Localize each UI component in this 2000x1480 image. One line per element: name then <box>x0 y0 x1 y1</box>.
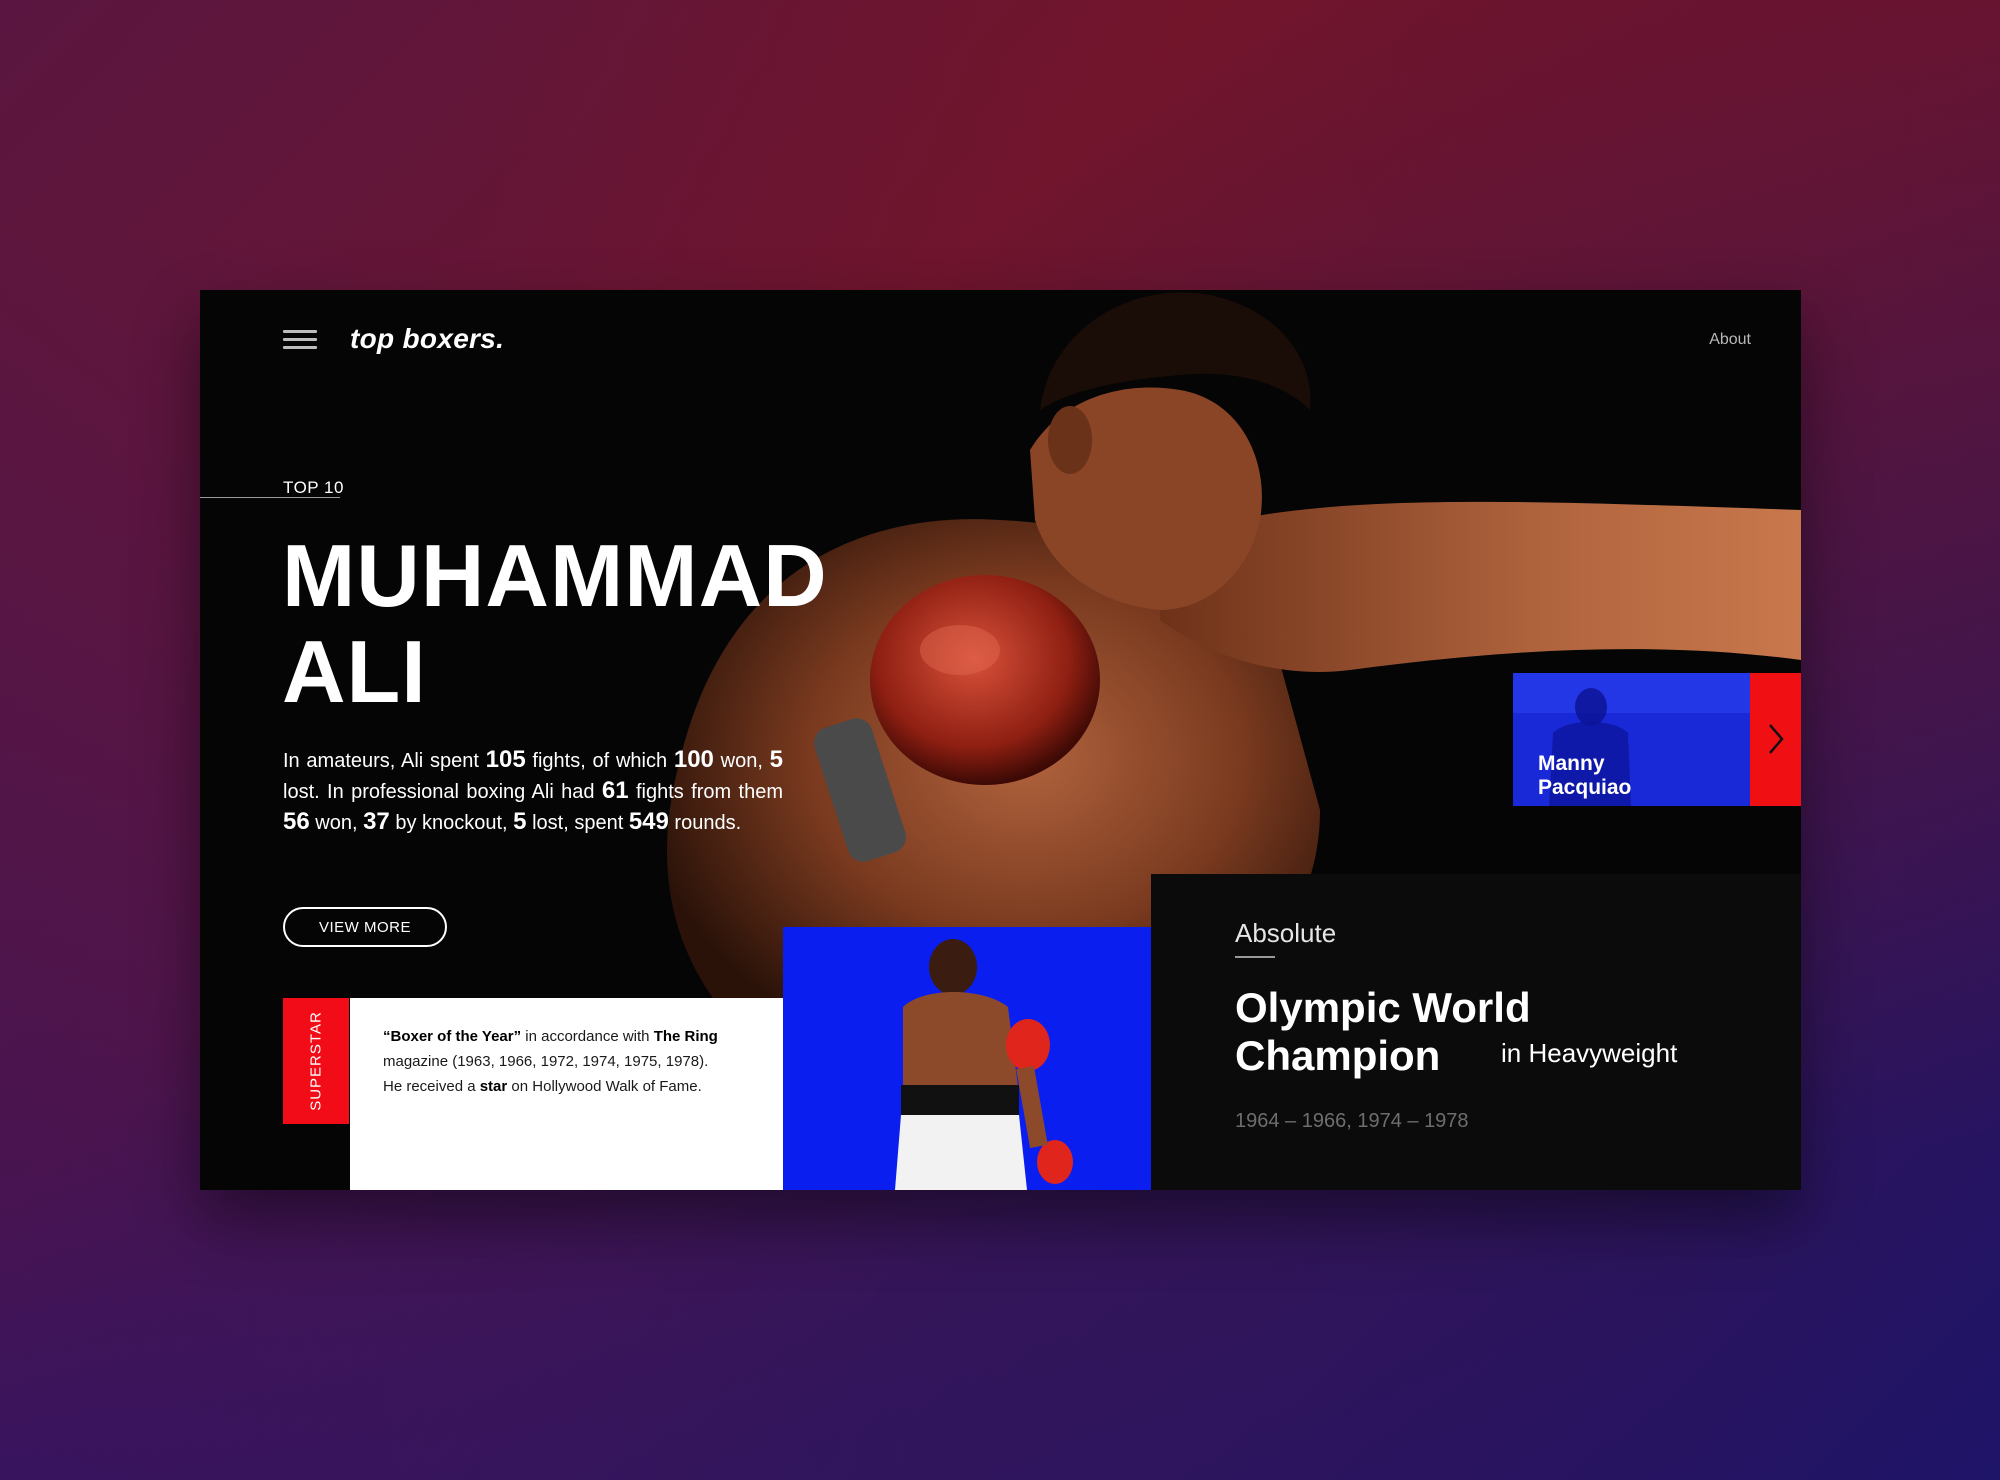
boxer-name: MUHAMMAD ALI <box>282 528 828 720</box>
hero-card: top boxers. About TOP 10 MUHAMMAD ALI In… <box>200 290 1801 1190</box>
next-arrow-button[interactable] <box>1750 673 1801 806</box>
site-logo[interactable]: top boxers. <box>350 323 504 355</box>
boxer-last-name: ALI <box>282 622 427 721</box>
view-more-button[interactable]: VIEW MORE <box>283 907 447 947</box>
nav-about-link[interactable]: About <box>1709 331 1751 349</box>
superstar-tab: SUPERSTAR <box>283 998 349 1124</box>
achievement-kicker: Absolute <box>1235 918 1337 948</box>
boxer-bio: In amateurs, Ali spent 105 fights, of wh… <box>283 746 784 835</box>
superstar-label: SUPERSTAR <box>307 1011 325 1111</box>
boxer-photo <box>895 939 1073 1190</box>
chevron-right-icon <box>1769 724 1784 754</box>
eyebrow-label: TOP 10 <box>283 478 344 497</box>
next-boxer-card[interactable]: Manny Pacquiao <box>1513 673 1750 806</box>
award-box: “Boxer of the Year” in accordance with T… <box>350 998 783 1190</box>
boxer-photo-panel <box>783 927 1151 1190</box>
achievement-rule <box>1235 956 1275 958</box>
next-boxer-name: Manny Pacquiao <box>1538 752 1632 799</box>
hamburger-menu-icon[interactable] <box>283 330 317 352</box>
achievement-years: 1964 – 1966, 1974 – 1978 <box>1235 1110 1469 1132</box>
achievement-suffix: in Heavyweight <box>1501 1038 1678 1068</box>
achievement-panel: Absolute Olympic World Champion in Heavy… <box>1151 874 1801 1190</box>
award-text: “Boxer of the Year” in accordance with T… <box>383 1028 718 1095</box>
boxer-first-name: MUHAMMAD <box>282 526 828 625</box>
